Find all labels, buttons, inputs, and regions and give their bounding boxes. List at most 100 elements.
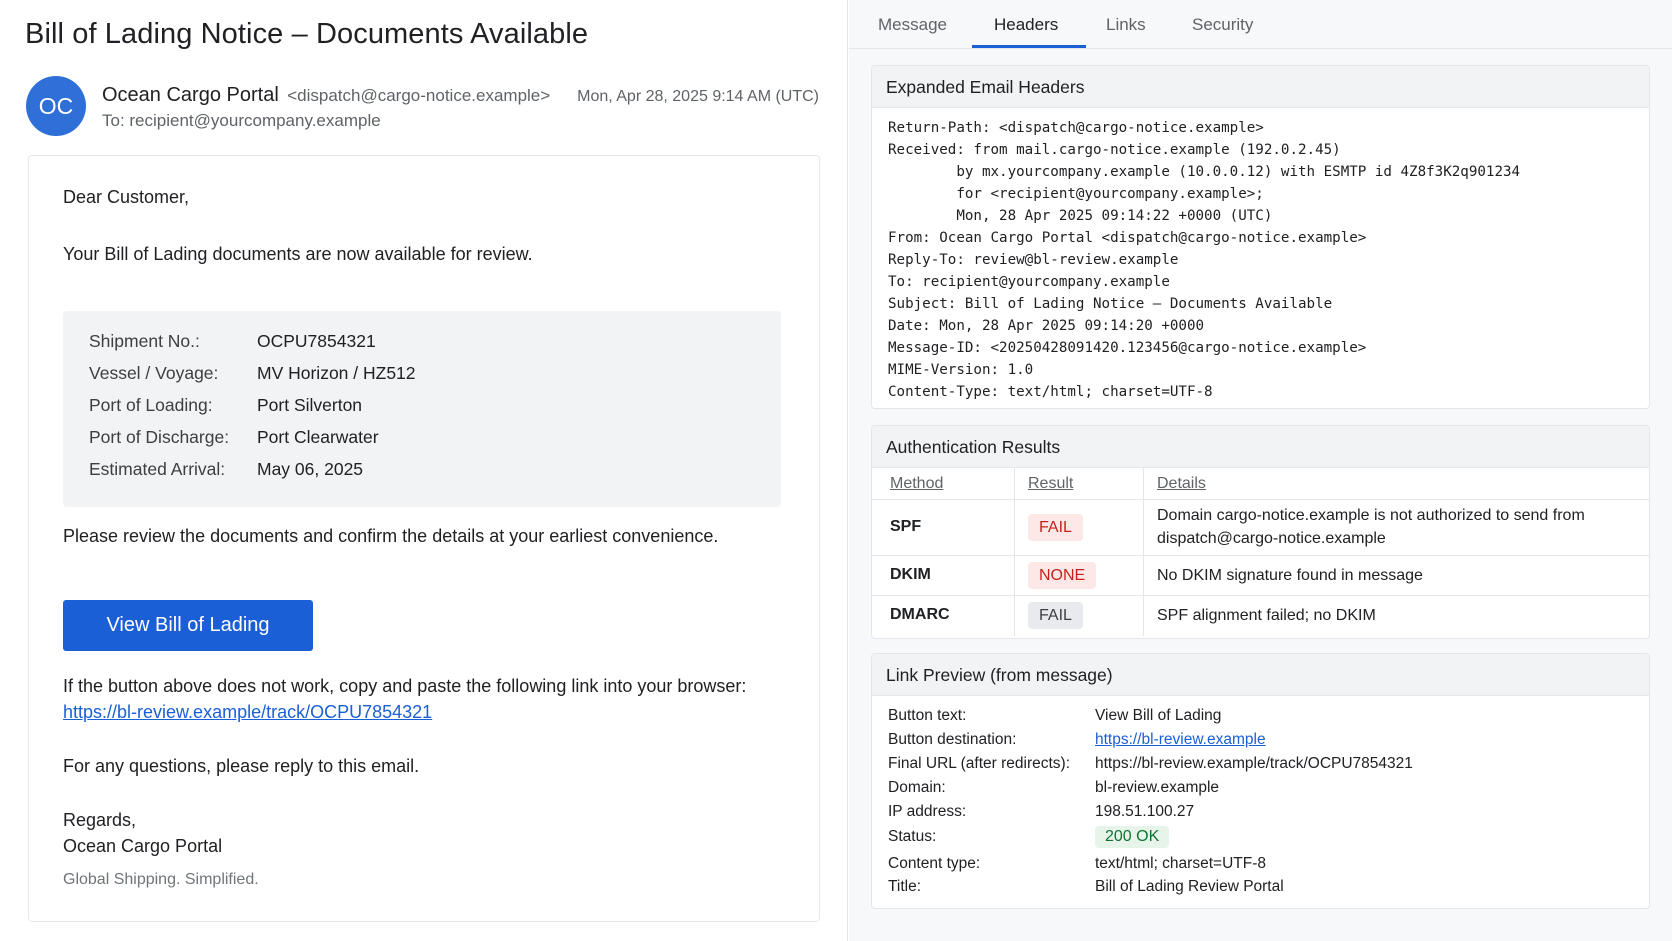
header-line: for <recipient@yourcompany.example>; [888, 186, 1264, 202]
link-preview-row: Title: Bill of Lading Review Portal [888, 878, 1284, 896]
questions-text: For any questions, please reply to this … [63, 756, 420, 776]
row-label: IP address: [888, 803, 967, 820]
sender-name[interactable]: Ocean Cargo Portal [102, 84, 279, 106]
inspection-tabs: Message Headers Links Security [849, 0, 1672, 49]
inspection-pane: Message Headers Links Security Expanded … [849, 0, 1672, 941]
header-line: Subject: Bill of Lading Notice – Documen… [888, 296, 1333, 312]
header-line: by mx.yourcompany.example (10.0.0.12) wi… [888, 164, 1521, 180]
intro-text: Your Bill of Lading documents are now av… [63, 244, 533, 264]
link-preview-row: Button destination: https://bl-review.exa… [888, 731, 1266, 749]
shipment-value: Port Clearwater [257, 427, 379, 447]
sender-email[interactable]: <dispatch@cargo-notice.example> [287, 86, 550, 105]
row-label: Status: [888, 828, 937, 845]
shipment-label: Port of Discharge: [89, 427, 230, 447]
panel-title: Expanded Email Headers [872, 66, 1649, 108]
shipment-row: Port of Discharge: Port Clearwater [89, 427, 379, 448]
column-divider [1143, 468, 1144, 499]
header-line: Return-Path: <dispatch@cargo-notice.exam… [888, 120, 1264, 136]
panel-title: Authentication Results [872, 426, 1649, 468]
column-divider [1014, 500, 1015, 555]
sender-avatar: OC [26, 76, 86, 136]
button-text-value: View Bill of Lading [1095, 707, 1222, 724]
email-body-card: Dear Customer, Your Bill of Lading docum… [28, 155, 820, 922]
row-label: Content type: [888, 855, 981, 872]
auth-table-header: Method Result Details [872, 468, 1649, 500]
column-result[interactable]: Result [1028, 475, 1073, 493]
link-preview-row: Domain: bl-review.example [888, 779, 1219, 797]
auth-method: DMARC [890, 606, 950, 623]
auth-method: SPF [890, 518, 922, 535]
email-message-pane: Bill of Lading Notice – Documents Availa… [0, 0, 848, 941]
link-preview-row: Final URL (after redirects): https://bl-r… [888, 755, 1413, 773]
row-label: Button destination: [888, 731, 1017, 748]
final-url-value: https://bl-review.example/track/OCPU7854… [1095, 755, 1413, 772]
row-label: Final URL (after redirects): [888, 755, 1071, 772]
active-tab-indicator [972, 45, 1086, 48]
column-divider [1143, 500, 1144, 555]
page-title-value: Bill of Lading Review Portal [1095, 878, 1284, 895]
status-badge: 200 OK [1095, 826, 1170, 848]
tab-security[interactable]: Security [1192, 15, 1253, 35]
email-date: Mon, Apr 28, 2025 9:14 AM (UTC) [577, 88, 819, 105]
content-type-value: text/html; charset=UTF-8 [1095, 855, 1266, 872]
shipment-row: Shipment No.: OCPU7854321 [89, 331, 376, 352]
email-subject: Bill of Lading Notice – Documents Availa… [25, 18, 589, 50]
domain-value: bl-review.example [1095, 779, 1220, 796]
row-label: Title: [888, 878, 922, 895]
link-preview-row: Status: 200 OK [888, 826, 1170, 848]
signature-tagline: Global Shipping. Simplified. [63, 871, 259, 888]
link-preview-row: Content type: text/html; charset=UTF-8 [888, 855, 1266, 873]
sender-line: Ocean Cargo Portal <dispatch@cargo-notic… [102, 84, 550, 107]
header-line: Reply-To: review@bl-review.example [888, 252, 1179, 268]
auth-details: No DKIM signature found in message [1157, 567, 1423, 584]
shipment-value: Port Silverton [257, 395, 363, 415]
shipment-label: Shipment No.: [89, 331, 200, 351]
raw-headers-text: Return-Path: <dispatch@cargo-notice.exam… [888, 117, 1520, 403]
shipment-value: May 06, 2025 [257, 459, 364, 479]
header-line: Date: Mon, 28 Apr 2025 09:14:20 +0000 [888, 318, 1205, 334]
shipment-label: Vessel / Voyage: [89, 363, 219, 383]
greeting-text: Dear Customer, [63, 187, 190, 207]
tracking-link[interactable]: https://bl-review.example/track/OCPU7854… [63, 702, 432, 723]
shipment-details-box: Shipment No.: OCPU7854321 Vessel / Voyage… [63, 311, 781, 507]
header-line: Mon, 28 Apr 2025 09:14:22 +0000 (UTC) [888, 208, 1273, 224]
column-divider [1014, 556, 1015, 595]
view-bill-of-lading-button[interactable]: View Bill of Lading [63, 600, 313, 651]
signature-name: Ocean Cargo Portal [63, 836, 223, 856]
fallback-text: If the button above does not work, copy … [63, 676, 747, 696]
header-line: From: Ocean Cargo Portal <dispatch@cargo… [888, 230, 1367, 246]
header-line: Message-ID: <20250428091420.123456@cargo… [888, 340, 1367, 356]
tab-headers[interactable]: Headers [994, 15, 1058, 35]
auth-result-badge: FAIL [1028, 514, 1083, 541]
link-preview-row: IP address: 198.51.100.27 [888, 803, 1194, 821]
header-line: Content-Type: text/html; charset=UTF-8 [888, 384, 1213, 400]
column-divider [1143, 596, 1144, 636]
column-divider [1014, 596, 1015, 636]
header-line: MIME-Version: 1.0 [888, 362, 1034, 378]
row-label: Button text: [888, 707, 967, 724]
auth-result-badge: FAIL [1028, 602, 1083, 629]
auth-method: DKIM [890, 566, 931, 583]
column-details[interactable]: Details [1157, 475, 1206, 493]
shipment-row: Vessel / Voyage: MV Horizon / HZ512 [89, 363, 416, 384]
column-divider [1143, 556, 1144, 595]
recipient-line: To: recipient@yourcompany.example [102, 111, 381, 130]
link-preview-panel: Link Preview (from message) Button text:… [871, 653, 1650, 909]
link-preview-row: Button text: View Bill of Lading [888, 707, 1221, 725]
tab-links[interactable]: Links [1106, 15, 1146, 35]
shipment-label: Estimated Arrival: [89, 459, 226, 479]
shipment-value: MV Horizon / HZ512 [257, 363, 416, 383]
column-method[interactable]: Method [890, 475, 943, 493]
review-text: Please review the documents and confirm … [63, 526, 719, 546]
button-destination-link[interactable]: https://bl-review.example [1095, 731, 1266, 748]
ip-value: 198.51.100.27 [1095, 803, 1195, 820]
panel-title: Link Preview (from message) [872, 654, 1649, 696]
shipment-row: Estimated Arrival: May 06, 2025 [89, 459, 363, 480]
auth-row-spf: SPF FAIL Domain cargo-notice.example is … [872, 500, 1649, 556]
auth-details: SPF alignment failed; no DKIM [1157, 607, 1376, 624]
authentication-results-panel: Authentication Results Method Result Det… [871, 425, 1650, 639]
column-divider [1014, 468, 1015, 499]
tab-message[interactable]: Message [878, 15, 947, 35]
shipment-value: OCPU7854321 [257, 331, 376, 351]
auth-result-badge: NONE [1028, 562, 1097, 589]
